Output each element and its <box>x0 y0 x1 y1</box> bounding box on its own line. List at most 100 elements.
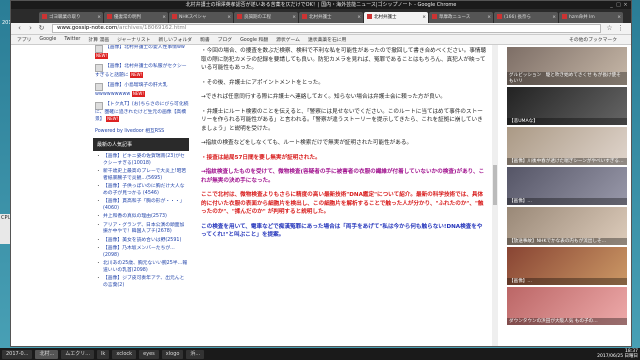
other-bookmarks[interactable]: その他のブックマーク <box>569 36 617 43</box>
taskbar-item[interactable]: ムエクリ... <box>61 349 95 359</box>
page-content: 【画像】北村弁護士の愛人性事情ww NEW! 【画像】北村弁護士の私服がセクシー… <box>11 45 631 346</box>
ranking-link[interactable]: 【画像】乃木坂メンバーたちが...(2098) <box>95 246 188 259</box>
ranking-link[interactable]: 【画像】美女を読め合いは野(2591) <box>95 238 188 245</box>
browser-tab[interactable]: hzm命井 Im × <box>559 12 623 23</box>
bookmark-item[interactable]: Google 和翻 <box>240 36 268 43</box>
bookmark-item[interactable]: ブログ <box>218 36 232 43</box>
tab-label: ゴヨ職業の取り <box>49 15 81 20</box>
sidebar-link[interactable]: 【トク丸T】(お)ちらさのにびら可化続に、圏確に追きれたけど生元の画像【高橋景】… <box>95 102 189 123</box>
ranking-link[interactable]: アリア・グランデ、日本公演の頭面加振か中やで！韓国人プチ(2678) <box>95 223 188 236</box>
related-article-thumb[interactable]: 【画像】川後中春が透けた喘ぎシーンがやべいすぎる… <box>507 127 627 165</box>
sidebar-link[interactable]: 【画像】北村弁護士の私服がセクシーすぎると話題に NEW! <box>95 64 189 79</box>
article-highlight-red: ・接査は結局57日間を要し無実が証明された。 <box>201 154 321 161</box>
taskbar-item-active[interactable]: 北村... <box>35 349 59 359</box>
menu-icon[interactable]: ⋮ <box>616 24 625 33</box>
close-icon[interactable]: × <box>623 1 628 9</box>
bookmark-item[interactable]: 遠状薬薬を石に用 <box>308 36 346 43</box>
taskbar: 2017-0... 北村... ムエクリ... lk xclock eyes x… <box>0 348 640 360</box>
page-scrollbar[interactable] <box>492 45 498 346</box>
related-article-thumb[interactable]: 【画像】… <box>507 247 627 285</box>
bookmark-item[interactable]: 源状ゲーム <box>276 36 300 43</box>
ranking-link[interactable]: 井上和香の真似の理由(2573) <box>95 214 188 221</box>
taskbar-item[interactable]: eyes <box>139 349 159 359</box>
tab-label: 優妻常の明判 <box>114 15 141 20</box>
url-path: /archives/18069162.html <box>117 25 187 31</box>
browser-tab[interactable]: 優妻常の明判 × <box>104 12 168 23</box>
bookmark-item[interactable]: ジャーナリスト <box>117 36 150 43</box>
browser-tab[interactable]: 北村弁護士 × <box>299 12 363 23</box>
window-title: 北村弁護士の相澤英孝認否が遂いある苦薬を仄だけでOK！| 国内・海外芸能ニュース… <box>185 2 457 8</box>
related-article-thumb[interactable]: 【悲UMAな】 <box>507 87 627 125</box>
thumbnail-image <box>95 64 103 72</box>
tab-close-icon[interactable]: × <box>422 12 426 23</box>
left-sidebar: 【画像】北村弁護士の愛人性事情ww NEW! 【画像】北村弁護士の私服がセクシー… <box>91 45 191 346</box>
sidebar-link[interactable]: 【画像】北村弁護士の愛人性事情ww NEW! <box>95 45 189 60</box>
article-highlight-blue: この検査を用いて、電車などで痴漢冤罪にあった場合は「両手をあげて"私は今から何も… <box>201 223 483 239</box>
bookmark-item[interactable]: 計算 漫画 <box>88 36 109 43</box>
tab-close-icon[interactable]: × <box>97 12 101 23</box>
browser-tab[interactable]: 草摩政ニュース × <box>429 12 493 23</box>
ranking-link[interactable]: 新千歳史上最高のプレーで大炎上!昭若者紙暴騰子で炎観…(5695) <box>95 169 188 182</box>
taskbar-item[interactable]: xlogo <box>161 349 184 359</box>
back-icon[interactable]: ‹ <box>15 24 24 33</box>
bookmark-item[interactable]: アプリ <box>17 36 31 43</box>
scrollbar-thumb[interactable] <box>493 165 497 205</box>
reload-icon[interactable]: ↻ <box>37 24 46 33</box>
bookmark-item[interactable]: Twitter <box>64 37 80 42</box>
tab-close-icon[interactable]: × <box>227 12 231 23</box>
browser-tab[interactable]: 良謁期の工程 × <box>234 12 298 23</box>
powered-by-link[interactable]: Powered by livedoor 相互RSS <box>95 127 187 134</box>
favicon-icon <box>562 14 567 19</box>
browser-tab[interactable]: NHKスペシャ × <box>169 12 233 23</box>
maximize-icon[interactable]: □ <box>616 1 621 9</box>
related-article-thumb[interactable]: グルビッション 駆と吹き始めてさくせ もが長け使そもいリ <box>507 47 627 85</box>
star-icon[interactable]: ☆ <box>605 24 614 33</box>
tab-strip: ゴヨ職業の取り × 優妻常の明判 × NHKスペシャ × 良謁期の工程 × 北村弁護士 ×… <box>11 9 631 23</box>
ranking-link[interactable]: 【画像】ビキニ姿の佐賀瑞南(23)がセクシーすぎる(10018) <box>95 154 188 167</box>
related-article-thumb[interactable]: ダウンタウンの浜田が大阪人気 もの子の… <box>507 287 627 325</box>
browser-tab[interactable]: ゴヨ職業の取り × <box>39 12 103 23</box>
forward-icon[interactable]: › <box>26 24 35 33</box>
thumb-caption: グルビッション 駆と吹き始めてさくせ もが長け使そもいリ <box>507 72 627 85</box>
tab-label: 北村弁護士 <box>309 15 332 20</box>
ranking-link[interactable]: 【画像】貫高和子「胸の形が・・・」(4060) <box>95 199 188 212</box>
related-article-thumb[interactable]: 【画像】… <box>507 167 627 205</box>
related-article-thumb[interactable]: 【放送事故】NHKでかな表の内もが流出しそ… <box>507 207 627 245</box>
favicon-icon <box>432 14 437 19</box>
tab-close-icon[interactable]: × <box>487 12 491 23</box>
article-paragraph: →指紋の検査などをしなくても、ルート検索だけで無実が証明された可能性がある。 <box>201 140 413 146</box>
new-badge: NEW! <box>130 72 144 78</box>
minimize-icon[interactable]: _ <box>609 1 614 9</box>
favicon-icon <box>107 14 112 19</box>
bookmark-item[interactable]: Google <box>39 37 56 42</box>
thumbnail-image <box>95 83 103 91</box>
taskbar-item[interactable]: 浜... <box>186 349 205 359</box>
article-paragraph: ・その後、弁護士にアポイントメントをとった。 <box>201 79 324 86</box>
clock-date: 2017/06/25 日曜日 <box>597 354 638 359</box>
tab-close-icon[interactable]: × <box>617 12 621 23</box>
thumb-caption: 【悲UMAな】 <box>507 117 627 125</box>
thumbnail-image <box>95 102 103 110</box>
right-sidebar: グルビッション 駆と吹き始めてさくせ もが長け使そもいリ 【悲UMAな】 【画像… <box>503 45 631 346</box>
taskbar-clock[interactable]: 18:37 2017/06/25 日曜日 <box>597 349 638 359</box>
sidebar-link[interactable]: 【画像】小島瑠璃子の肝大乳wwwwwwwww NEW! <box>95 83 189 98</box>
ranking-link[interactable]: 北川あの25歳、胸元ないい腕25半…報道いいの乳首(2098) <box>95 261 188 274</box>
taskbar-item[interactable]: lk <box>97 349 110 359</box>
browser-tab[interactable]: (166) 長奈ら × <box>494 12 558 23</box>
taskbar-item[interactable]: xclock <box>112 349 137 359</box>
tab-close-icon[interactable]: × <box>552 12 556 23</box>
tab-label: NHKスペシャ <box>179 15 207 20</box>
tab-close-icon[interactable]: × <box>357 12 361 23</box>
ranking-link[interactable]: 【画像】子供っぽいのに胸だけ大人なめの子が見つかる (4546) <box>95 184 188 197</box>
thumbnail-image <box>95 45 103 53</box>
tab-label: 北村弁護士 <box>374 15 397 20</box>
taskbar-item[interactable]: 2017-0... <box>2 349 33 359</box>
bookmark-item[interactable]: 駒書 <box>200 36 210 43</box>
browser-tab-active[interactable]: 北村弁護士 × <box>364 12 428 23</box>
ranking-link[interactable]: 【画像】ジブ皮可奏年アテ、出元んとの言葉(2) <box>95 276 188 289</box>
bookmark-item[interactable]: 新しいフォルダ <box>158 36 192 43</box>
tab-close-icon[interactable]: × <box>292 12 296 23</box>
tab-close-icon[interactable]: × <box>162 12 166 23</box>
thumb-caption: 【放送事故】NHKでかな表の内もが流出しそ… <box>507 237 627 245</box>
address-bar[interactable]: www.gossip-note.com/archives/18069162.ht… <box>52 24 601 33</box>
